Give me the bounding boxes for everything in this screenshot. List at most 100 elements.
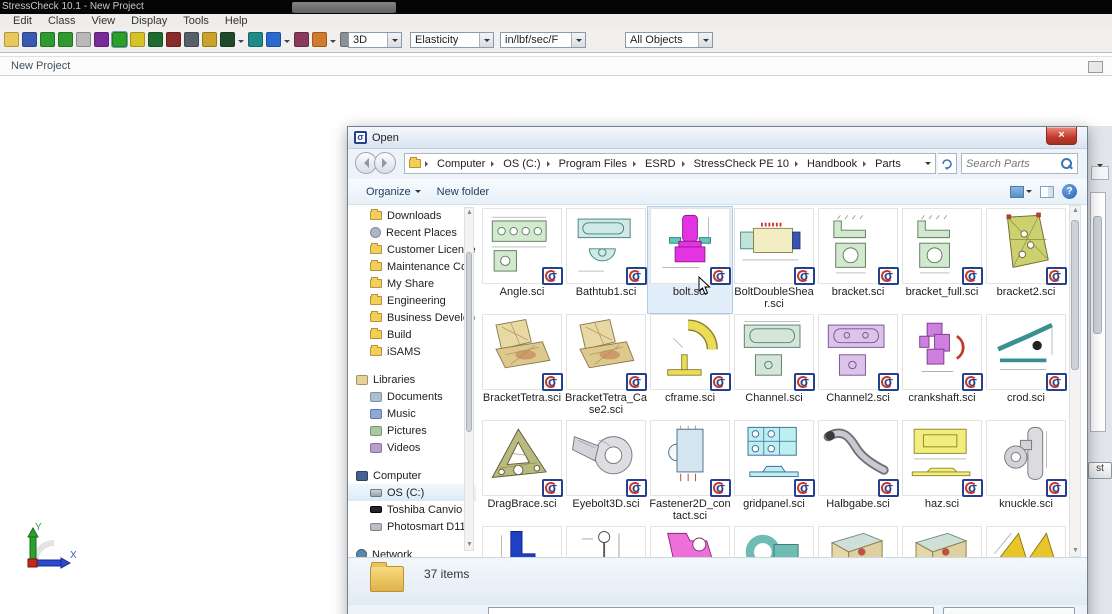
new-folder-button[interactable]: New folder [429, 184, 498, 200]
sidebar-item-engineering[interactable]: Engineering [348, 292, 476, 309]
object-filter-combo[interactable]: All Objects [625, 32, 713, 48]
file-item-bracket-full-sci[interactable]: σbracket_full.sci [900, 207, 984, 313]
sidebar-item-network[interactable]: Network [348, 546, 476, 557]
file-item-partial[interactable] [816, 525, 900, 557]
sidebar-item-build[interactable]: Build [348, 326, 476, 343]
sidebar-item-business-develop[interactable]: Business Develop [348, 309, 476, 326]
fb-icon[interactable] [184, 32, 199, 47]
file-item-partial[interactable] [732, 525, 816, 557]
blue-l-dropdown-icon[interactable] [266, 32, 281, 47]
file-item-partial[interactable] [648, 525, 732, 557]
chevron-down-icon[interactable] [698, 33, 712, 47]
file-item-cframe-sci[interactable]: σcframe.sci [648, 313, 732, 419]
file-item-partial[interactable] [984, 525, 1068, 557]
dark-green-box-icon[interactable] [148, 32, 163, 47]
file-item-halbgabe-sci[interactable]: σHalbgabe.sci [816, 419, 900, 525]
file-item-partial[interactable] [900, 525, 984, 557]
filetype-combo[interactable] [943, 607, 1075, 614]
menu-item-tools[interactable]: Tools [176, 15, 216, 27]
ibeam-icon[interactable] [248, 32, 263, 47]
menu-item-help[interactable]: Help [218, 15, 255, 27]
chevron-down-icon[interactable] [238, 40, 244, 46]
save-icon[interactable] [22, 32, 37, 47]
export-green-icon[interactable] [40, 32, 55, 47]
breadcrumb-history-dropdown-icon[interactable] [925, 162, 931, 168]
chevron-down-icon[interactable] [387, 33, 401, 47]
analysis-type-combo[interactable]: Elasticity [410, 32, 494, 48]
sidebar-item-documents[interactable]: Documents [348, 388, 476, 405]
help-button[interactable]: ? [1062, 184, 1077, 199]
menu-item-view[interactable]: View [84, 15, 122, 27]
sidebar-item-videos[interactable]: Videos [348, 439, 476, 456]
sidebar-item-computer[interactable]: Computer [348, 467, 476, 484]
sidebar-item-music[interactable]: Music [348, 405, 476, 422]
sidebar-item-downloads[interactable]: Downloads [348, 207, 476, 224]
file-item-brackettetra-case2-sci[interactable]: σBracketTetra_Case2.sci [564, 313, 648, 419]
file-item-bracket-sci[interactable]: σbracket.sci [816, 207, 900, 313]
file-item-eyebolt3d-sci[interactable]: σEyebolt3D.sci [564, 419, 648, 525]
chevron-down-icon[interactable] [479, 33, 493, 47]
file-item-channel2-sci[interactable]: σChannel2.sci [816, 313, 900, 419]
dialog-titlebar[interactable]: σ Open [348, 127, 1087, 149]
search-icon[interactable] [1059, 157, 1073, 171]
chevron-down-icon[interactable] [571, 33, 585, 47]
breadcrumb-segment[interactable]: StressCheck PE 10 [689, 158, 794, 170]
file-item-haz-sci[interactable]: σhaz.sci [900, 419, 984, 525]
sidebar-item-pictures[interactable]: Pictures [348, 422, 476, 439]
tab-new-project[interactable]: New Project [3, 59, 78, 74]
file-item-boltdoubleshear-sci[interactable]: σBoltDoubleShear.sci [732, 207, 816, 313]
search-input[interactable] [962, 158, 1059, 170]
app-titlebar[interactable]: StressCheck 10.1 - New Project [0, 0, 1112, 14]
file-item-brackettetra-sci[interactable]: σBracketTetra.sci [480, 313, 564, 419]
file-grid-scrollbar-thumb[interactable] [1071, 220, 1079, 370]
file-item-partial[interactable] [564, 525, 648, 557]
file-item-channel-sci[interactable]: σChannel.sci [732, 313, 816, 419]
background-scrollbar-thumb[interactable] [1093, 216, 1102, 334]
scroll-up-icon[interactable]: ▲ [466, 209, 473, 217]
breadcrumb-segment[interactable]: Computer [432, 158, 490, 170]
file-item-partial[interactable] [480, 525, 564, 557]
file-item-bolt-sci[interactable]: σbolt.sci [648, 207, 732, 313]
file-item-crod-sci[interactable]: σcrod.sci [984, 313, 1068, 419]
sidebar-item-my-share[interactable]: My Share [348, 275, 476, 292]
sidebar-item-photosmart-d110[interactable]: Photosmart D110 [348, 518, 476, 535]
menu-item-display[interactable]: Display [124, 15, 174, 27]
file-item-crankshaft-sci[interactable]: σcrankshaft.sci [900, 313, 984, 419]
organize-button[interactable]: Organize [358, 184, 429, 200]
preview-pane-button[interactable] [1040, 186, 1054, 198]
sidebar-item-libraries[interactable]: Libraries [348, 371, 476, 388]
file-item-dragbrace-sci[interactable]: σDragBrace.sci [480, 419, 564, 525]
open-folder-icon[interactable] [4, 32, 19, 47]
breadcrumb[interactable]: ComputerOS (C:)Program FilesESRDStressCh… [404, 153, 936, 174]
mdi-restore-button[interactable] [1088, 61, 1103, 73]
mesh-dropdown-icon[interactable] [220, 32, 235, 47]
chevron-down-icon[interactable] [284, 40, 290, 46]
file-item-bracket2-sci[interactable]: σbracket2.sci [984, 207, 1068, 313]
file-item-gridpanel-sci[interactable]: σgridpanel.sci [732, 419, 816, 525]
file-item-bathtub1-sci[interactable]: σBathtub1.sci [564, 207, 648, 313]
menu-item-edit[interactable]: Edit [6, 15, 39, 27]
purple-box-icon[interactable] [94, 32, 109, 47]
sidebar-item-isams[interactable]: iSAMS [348, 343, 476, 360]
scroll-down-icon[interactable]: ▼ [466, 541, 473, 549]
sidebar-item-customer-license[interactable]: Customer License [348, 241, 476, 258]
file-item-knuckle-sci[interactable]: σknuckle.sci [984, 419, 1068, 525]
sidebar-item-maintenance-con[interactable]: Maintenance Con [348, 258, 476, 275]
scroll-down-icon[interactable]: ▼ [1072, 547, 1079, 555]
forward-button[interactable] [374, 152, 396, 174]
orange-tool-dropdown-icon[interactable] [312, 32, 327, 47]
points-icon[interactable] [294, 32, 309, 47]
views-button[interactable] [1010, 186, 1032, 198]
yellow-box-icon[interactable] [130, 32, 145, 47]
search-box[interactable] [961, 153, 1078, 174]
chevron-down-icon[interactable] [330, 40, 336, 46]
background-partial-button[interactable]: st [1088, 462, 1112, 479]
breadcrumb-segment[interactable]: Parts [870, 158, 906, 170]
import-green-icon[interactable] [58, 32, 73, 47]
breadcrumb-segment[interactable]: Handbook [802, 158, 862, 170]
file-item-fastener2d-contact-sci[interactable]: σFastener2D_contact.sci [648, 419, 732, 525]
breadcrumb-segment[interactable]: Program Files [554, 158, 632, 170]
menu-item-class[interactable]: Class [41, 15, 83, 27]
refresh-button[interactable] [938, 153, 957, 174]
sidebar-scrollbar[interactable]: ▲ ▼ [464, 207, 474, 551]
